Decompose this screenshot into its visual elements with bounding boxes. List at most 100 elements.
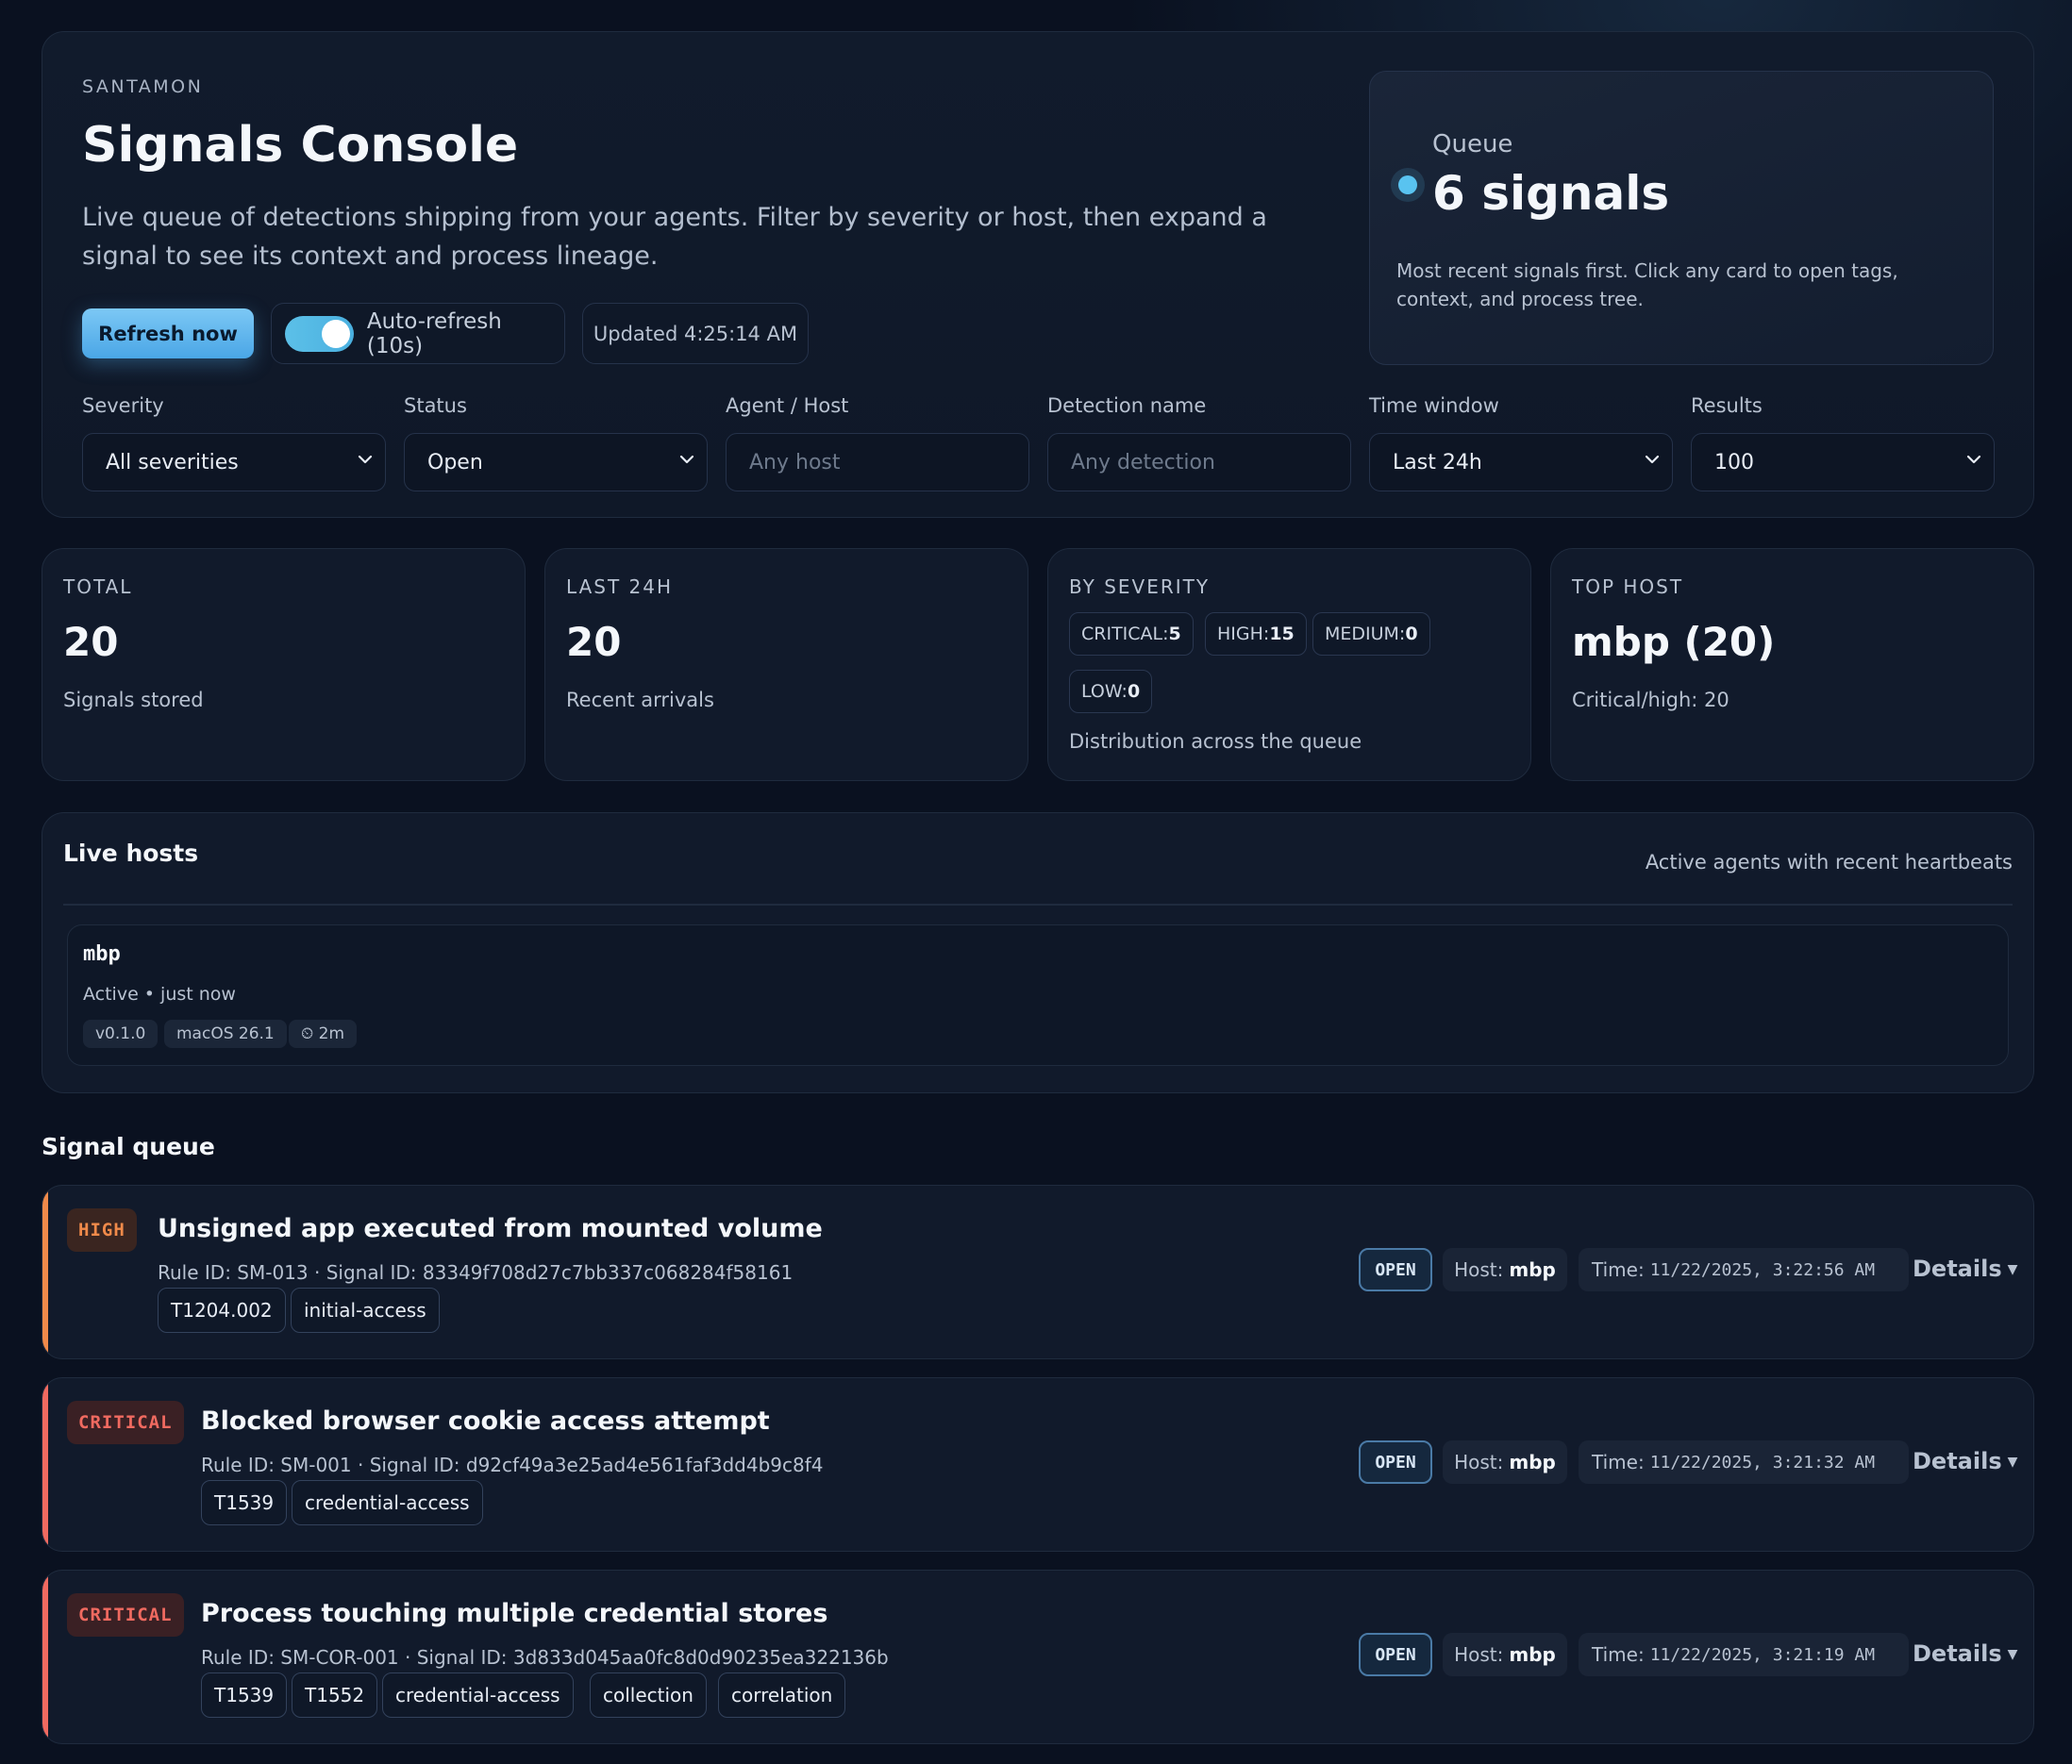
queue-status-dot-icon [1398,175,1417,194]
time-chip: Time: 11/22/2025, 3:22:56 AM [1579,1248,1909,1291]
detection-filter-label: Detection name [1047,394,1207,417]
host-value: mbp [1509,1643,1556,1666]
divider [63,904,2013,906]
signal-tag: T1552 [292,1672,378,1718]
time-chip: Time: 11/22/2025, 3:21:32 AM [1579,1440,1909,1484]
host-status: Active • just now [83,984,236,1005]
signal-ids: Rule ID: SM-001 · Signal ID: d92cf49a3e2… [201,1454,824,1476]
host-card[interactable]: mbp Active • just now v0.1.0 macOS 26.1 … [67,924,2009,1066]
severity-name: LOW: [1081,681,1128,702]
stat-subtext: Critical/high: 20 [1572,689,1729,711]
time-window-value: Last 24h [1393,450,1482,474]
details-label: Details [1913,1640,2002,1667]
toggle-knob [321,319,350,348]
results-select[interactable]: 100 [1691,433,1995,491]
brand-label: SANTAMON [82,76,204,97]
host-label: Host: [1454,1451,1504,1473]
stat-subtext: Recent arrivals [566,689,714,711]
stat-subtext: Signals stored [63,689,204,711]
status-select[interactable]: Open [404,433,708,491]
time-value: 11/22/2025, 3:21:32 AM [1649,1452,1876,1473]
host-value: mbp [1509,1258,1556,1281]
severity-count-high: HIGH: 15 [1205,612,1307,656]
time-window-select[interactable]: Last 24h [1369,433,1673,491]
queue-count: 6 signals [1432,166,1670,221]
agent-host-input[interactable]: Any host [726,433,1029,491]
signal-ids: Rule ID: SM-COR-001 · Signal ID: 3d833d0… [201,1646,889,1669]
signal-tag: credential-access [382,1672,574,1718]
severity-count-medium: MEDIUM: 0 [1312,612,1430,656]
host-label: Host: [1454,1258,1504,1281]
signal-tag: T1539 [201,1672,288,1718]
severity-count-low: LOW: 0 [1069,670,1153,713]
stat-last-24h: LAST 24H 20 Recent arrivals [544,548,1028,781]
details-toggle[interactable]: Details ▼ [1913,1640,2017,1667]
auto-refresh-label: Auto-refresh (10s) [366,308,502,358]
stat-by-severity: BY SEVERITY CRITICAL: 5 HIGH: 15 MEDIUM: 0 … [1047,548,1531,781]
time-label: Time: [1592,1258,1645,1281]
signal-tag: initial-access [291,1288,440,1333]
signal-card[interactable]: CRITICAL Blocked browser cookie access a… [42,1377,2034,1552]
severity-badge: CRITICAL [67,1401,184,1444]
status-badge: OPEN [1359,1248,1432,1291]
host-name: mbp [83,942,121,966]
host-chip: Host: mbp [1443,1440,1567,1484]
severity-badge: CRITICAL [67,1593,184,1637]
chevron-down-icon [679,455,694,464]
severity-count: 15 [1269,624,1295,644]
signal-tag: correlation [718,1672,846,1718]
auto-refresh-toggle[interactable] [285,315,354,352]
status-filter-label: Status [404,394,467,417]
severity-accent-bar [42,1186,48,1358]
severity-select[interactable]: All severities [82,433,386,491]
severity-select-value: All severities [106,450,239,474]
status-select-value: Open [427,450,483,474]
time-value: 11/22/2025, 3:22:56 AM [1649,1259,1876,1280]
results-label: Results [1691,394,1763,417]
signal-tag: credential-access [292,1480,483,1525]
stat-value: 20 [63,619,119,665]
live-hosts-panel: Live hosts Active agents with recent hea… [42,812,2034,1093]
detection-name-placeholder: Any detection [1071,450,1215,474]
signal-tag: T1204.002 [158,1288,286,1333]
caret-down-icon: ▼ [2007,1647,2018,1662]
time-window-label: Time window [1369,394,1499,417]
details-toggle[interactable]: Details ▼ [1913,1448,2017,1474]
queue-summary: Queue 6 signals Most recent signals firs… [1369,71,1994,365]
queue-description: Most recent signals first. Click any car… [1396,259,1898,310]
severity-name: MEDIUM: [1325,624,1406,644]
signal-card[interactable]: CRITICAL Process touching multiple crede… [42,1570,2034,1744]
signal-title: Blocked browser cookie access attempt [201,1406,770,1436]
time-chip: Time: 11/22/2025, 3:21:19 AM [1579,1633,1909,1676]
time-value: 11/22/2025, 3:21:19 AM [1649,1644,1876,1665]
live-hosts-title: Live hosts [63,840,199,867]
header-panel: SANTAMON Signals Console Live queue of d… [42,31,2034,518]
details-label: Details [1913,1448,2002,1474]
stat-label: TOP HOST [1572,575,1684,598]
detection-name-input[interactable]: Any detection [1047,433,1351,491]
refresh-button[interactable]: Refresh now [82,308,254,358]
severity-count: 0 [1127,681,1141,702]
agent-version-pill: v0.1.0 [83,1020,159,1048]
severity-badge: HIGH [67,1208,137,1252]
stat-value: mbp (20) [1572,619,1776,665]
signal-tag: T1539 [201,1480,288,1525]
severity-filter-label: Severity [82,394,164,417]
stat-value: 20 [566,619,622,665]
severity-count: 5 [1168,624,1181,644]
stat-label: LAST 24H [566,575,674,598]
host-label: Host: [1454,1643,1504,1666]
agent-filter-label: Agent / Host [726,394,849,417]
signal-card[interactable]: HIGH Unsigned app executed from mounted … [42,1185,2034,1359]
severity-accent-bar [42,1571,48,1743]
caret-down-icon: ▼ [2007,1455,2018,1470]
uptime-pill: ⏲ 2m [289,1020,358,1048]
details-toggle[interactable]: Details ▼ [1913,1256,2017,1282]
page-title: Signals Console [82,117,519,174]
signal-ids: Rule ID: SM-013 · Signal ID: 83349f708d2… [158,1261,794,1284]
os-version-pill: macOS 26.1 [164,1020,287,1048]
auto-refresh-control[interactable]: Auto-refresh (10s) [271,303,565,364]
stat-total: TOTAL 20 Signals stored [42,548,526,781]
queue-label: Queue [1432,130,1513,158]
severity-count-critical: CRITICAL: 5 [1069,612,1194,656]
